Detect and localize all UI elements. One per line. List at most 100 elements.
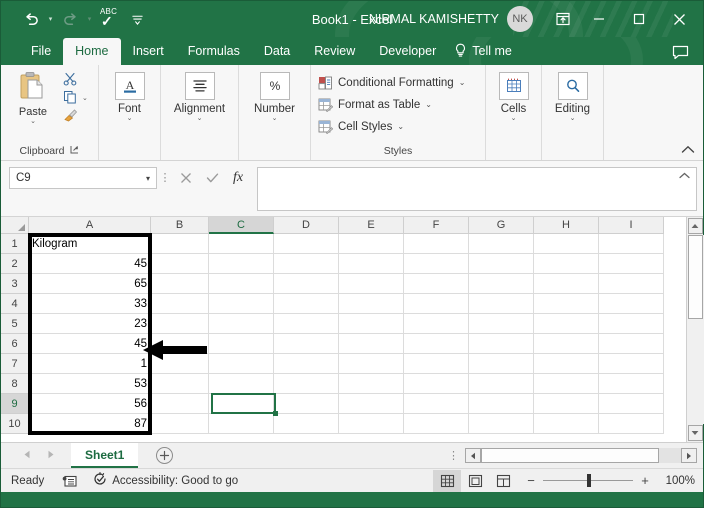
cell-E10[interactable] [339, 414, 404, 434]
tab-data[interactable]: Data [252, 38, 302, 65]
row-header-6[interactable]: 6 [1, 334, 29, 354]
cell-B5[interactable] [151, 314, 209, 334]
scroll-up-button[interactable] [687, 218, 703, 234]
format-painter-button[interactable] [61, 108, 88, 125]
cell-E3[interactable] [339, 274, 404, 294]
cell-G8[interactable] [469, 374, 534, 394]
tell-me-box[interactable]: Tell me [454, 38, 524, 65]
cell-B3[interactable] [151, 274, 209, 294]
cell-G1[interactable] [469, 234, 534, 254]
cancel-formula-icon[interactable] [173, 167, 199, 189]
tab-formulas[interactable]: Formulas [176, 38, 252, 65]
zoom-slider-thumb[interactable] [587, 474, 591, 487]
cell-C8[interactable] [209, 374, 274, 394]
cell-D2[interactable] [274, 254, 339, 274]
insert-function-icon[interactable]: fx [225, 167, 251, 189]
cell-styles-dropdown-icon[interactable]: ⌄ [397, 122, 404, 131]
cell-C1[interactable] [209, 234, 274, 254]
tab-review[interactable]: Review [302, 38, 367, 65]
cell-B8[interactable] [151, 374, 209, 394]
cell-F3[interactable] [404, 274, 469, 294]
cell-C5[interactable] [209, 314, 274, 334]
scroll-left-button[interactable] [465, 448, 481, 463]
cell-A4[interactable]: 33 [29, 294, 151, 314]
format-as-table-dropdown-icon[interactable]: ⌄ [425, 100, 432, 109]
cell-F7[interactable] [404, 354, 469, 374]
horizontal-scroll-thumb[interactable] [481, 448, 659, 463]
zoom-in-button[interactable]: + [639, 473, 651, 488]
cell-E2[interactable] [339, 254, 404, 274]
sheet-next-button[interactable] [47, 450, 55, 462]
cell-E7[interactable] [339, 354, 404, 374]
number-dropdown-icon[interactable]: ⌄ [272, 115, 278, 123]
cell-H3[interactable] [534, 274, 599, 294]
cell-F2[interactable] [404, 254, 469, 274]
vertical-scroll-track[interactable] [686, 235, 704, 424]
cell-G4[interactable] [469, 294, 534, 314]
record-macro-icon[interactable] [62, 474, 77, 488]
copy-dropdown-icon[interactable]: ⌄ [82, 95, 88, 103]
cell-F5[interactable] [404, 314, 469, 334]
vertical-scrollbar[interactable] [686, 217, 704, 442]
cell-G6[interactable] [469, 334, 534, 354]
cell-G2[interactable] [469, 254, 534, 274]
horizontal-scroll-track[interactable] [481, 448, 681, 463]
cell-F4[interactable] [404, 294, 469, 314]
cells-button[interactable]: Cells ⌄ [492, 69, 535, 123]
horizontal-split-grip[interactable]: ⋮ [448, 449, 459, 462]
row-header-1[interactable]: 1 [1, 234, 29, 254]
column-header-e[interactable]: E [339, 217, 404, 234]
cell-H10[interactable] [534, 414, 599, 434]
cell-A9[interactable]: 56 [29, 394, 151, 414]
tell-me-label[interactable]: Tell me [472, 38, 524, 65]
paste-button[interactable]: Paste ⌄ [7, 69, 59, 126]
fill-handle[interactable] [273, 411, 278, 416]
format-as-table-button[interactable]: Format as Table ⌄ [317, 95, 465, 114]
tab-file[interactable]: File [19, 38, 63, 65]
font-dropdown-icon[interactable]: ⌄ [127, 115, 133, 123]
cell-I4[interactable] [599, 294, 664, 314]
cell-C3[interactable] [209, 274, 274, 294]
row-header-9[interactable]: 9 [1, 394, 29, 414]
cell-A8[interactable]: 53 [29, 374, 151, 394]
cell-B6[interactable] [151, 334, 209, 354]
cell-I10[interactable] [599, 414, 664, 434]
cell-styles-button[interactable]: Cell Styles ⌄ [317, 117, 465, 136]
customize-quick-access-icon[interactable] [125, 8, 149, 30]
scroll-down-button[interactable] [687, 425, 703, 441]
normal-view-button[interactable] [433, 469, 461, 492]
comments-icon[interactable] [672, 45, 689, 65]
cell-D10[interactable] [274, 414, 339, 434]
cell-G7[interactable] [469, 354, 534, 374]
cell-B7[interactable] [151, 354, 209, 374]
cell-F9[interactable] [404, 394, 469, 414]
cell-E6[interactable] [339, 334, 404, 354]
column-header-a[interactable]: A [29, 217, 151, 234]
expand-formula-bar-icon[interactable] [679, 171, 690, 181]
ribbon-display-options-icon[interactable] [547, 6, 579, 32]
cell-D1[interactable] [274, 234, 339, 254]
font-button[interactable]: A Font ⌄ [105, 69, 154, 123]
cell-H4[interactable] [534, 294, 599, 314]
cell-I2[interactable] [599, 254, 664, 274]
cell-F1[interactable] [404, 234, 469, 254]
cell-E1[interactable] [339, 234, 404, 254]
cell-D7[interactable] [274, 354, 339, 374]
cell-H2[interactable] [534, 254, 599, 274]
cell-H7[interactable] [534, 354, 599, 374]
maximize-button[interactable] [619, 4, 659, 34]
alignment-dropdown-icon[interactable]: ⌄ [197, 115, 203, 123]
cell-I9[interactable] [599, 394, 664, 414]
cell-D5[interactable] [274, 314, 339, 334]
cell-I3[interactable] [599, 274, 664, 294]
spelling-icon[interactable]: ABC ✓ [97, 7, 123, 31]
cell-A10[interactable]: 87 [29, 414, 151, 434]
tab-home[interactable]: Home [63, 38, 121, 65]
sheet-tab-sheet1[interactable]: Sheet1 [71, 443, 139, 468]
row-header-8[interactable]: 8 [1, 374, 29, 394]
cell-D8[interactable] [274, 374, 339, 394]
cell-H9[interactable] [534, 394, 599, 414]
conditional-formatting-dropdown-icon[interactable]: ⌄ [459, 78, 466, 87]
conditional-formatting-button[interactable]: Conditional Formatting ⌄ [317, 73, 465, 92]
zoom-slider-track[interactable] [543, 474, 633, 487]
